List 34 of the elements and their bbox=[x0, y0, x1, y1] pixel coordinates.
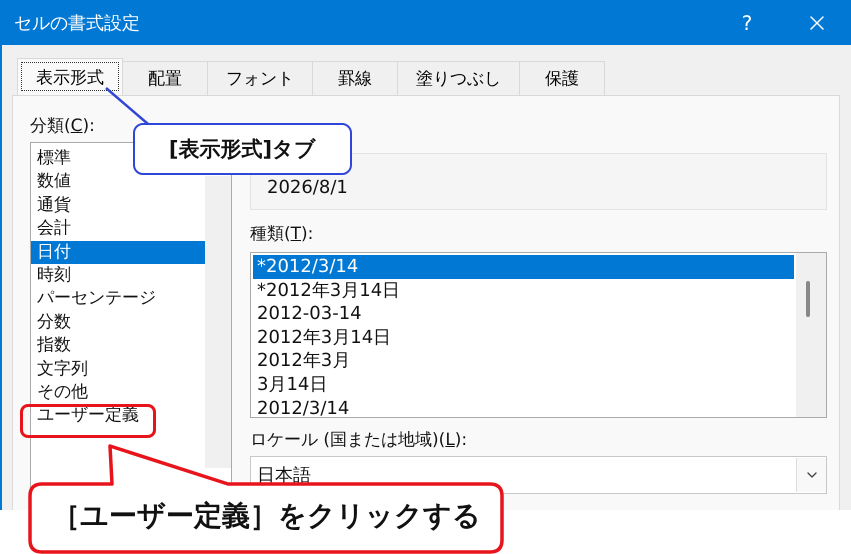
callout-text: ［ユーザー定義］をクリックする bbox=[52, 498, 481, 534]
dropdown-button[interactable] bbox=[796, 458, 826, 492]
help-button[interactable]: ? bbox=[727, 2, 767, 42]
category-item[interactable]: パーセンテージ bbox=[31, 287, 160, 311]
category-item[interactable]: その他 bbox=[31, 381, 92, 404]
tab[interactable]: 表示形式 bbox=[17, 58, 123, 95]
type-label: 種類(T): bbox=[250, 223, 314, 246]
locale-label: ロケール (国または地域)(L): bbox=[250, 429, 468, 452]
category-item[interactable]: 標準 bbox=[31, 147, 75, 170]
category-item[interactable]: 時刻 bbox=[31, 264, 75, 288]
type-item[interactable]: 2012-03-14 bbox=[253, 302, 794, 326]
scroll-thumb[interactable] bbox=[806, 281, 810, 317]
category-item[interactable]: ユーザー定義 bbox=[31, 404, 143, 428]
category-item[interactable]: 分数 bbox=[31, 310, 75, 334]
category-item[interactable]: 会計 bbox=[31, 217, 75, 241]
locale-value: 日本語 bbox=[256, 464, 312, 487]
scrollbar[interactable] bbox=[796, 253, 826, 417]
type-item[interactable]: 2012/3/14 bbox=[253, 396, 794, 420]
type-item[interactable]: 2012年3月14日 bbox=[253, 326, 794, 350]
category-item[interactable]: 日付 bbox=[31, 240, 205, 264]
callout-text: [表示形式]タブ bbox=[168, 136, 316, 163]
type-item[interactable]: 2012年3月 bbox=[253, 349, 794, 373]
category-item[interactable]: 文字列 bbox=[31, 358, 92, 382]
category-label: 分類(C): bbox=[30, 115, 96, 138]
category-item[interactable]: 数値 bbox=[31, 170, 75, 194]
type-item[interactable]: 3月14日 bbox=[253, 372, 794, 397]
tab[interactable]: 保護 bbox=[519, 61, 605, 95]
scrollbar[interactable] bbox=[205, 176, 231, 468]
window-title: セルの書式設定 bbox=[14, 12, 141, 34]
sample-value: 2026/8/1 bbox=[267, 177, 348, 198]
category-item[interactable]: 通貨 bbox=[31, 194, 75, 218]
type-item[interactable]: *2012/3/14 bbox=[253, 255, 794, 279]
category-item[interactable]: 指数 bbox=[31, 334, 75, 358]
type-item[interactable]: *2012年3月14日 bbox=[253, 278, 794, 302]
